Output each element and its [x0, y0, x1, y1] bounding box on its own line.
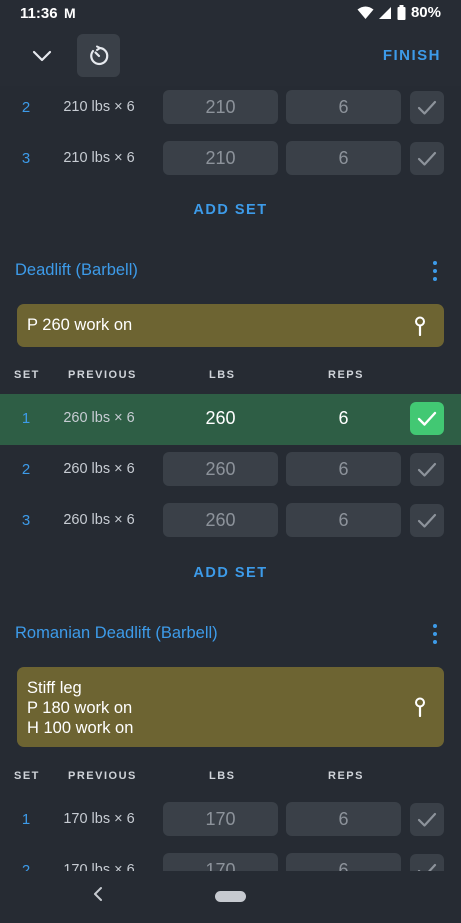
- set-row: 3 260 lbs × 6 260 6: [0, 496, 461, 547]
- exercise-note[interactable]: Stiff leg P 180 work on H 100 work on: [17, 667, 444, 747]
- set-row: 1 170 lbs × 6 170 6: [0, 795, 461, 846]
- add-set-button[interactable]: ADD SET: [0, 202, 461, 218]
- note-line: P 180 work on: [27, 699, 133, 717]
- column-headers: SET PREVIOUS LBS REPS: [0, 770, 461, 786]
- status-time: 11:36: [20, 5, 58, 22]
- reps-input[interactable]: 6: [286, 90, 401, 124]
- complete-set-button[interactable]: [410, 402, 444, 435]
- complete-set-button[interactable]: [410, 142, 444, 175]
- exercise-title[interactable]: Romanian Deadlift (Barbell): [15, 624, 218, 643]
- note-line: P 260 work on: [27, 316, 133, 334]
- check-icon: [417, 100, 437, 115]
- set-row: 2 170 lbs × 6 170 6: [0, 846, 461, 871]
- set-row-completed: 1 260 lbs × 6 260 6: [0, 394, 461, 445]
- battery-percent: 80%: [410, 4, 441, 21]
- set-number[interactable]: 1: [15, 410, 37, 427]
- lbs-input[interactable]: 210: [163, 141, 278, 175]
- lbs-input[interactable]: 260: [163, 452, 278, 486]
- previous-value[interactable]: 170 lbs × 6: [48, 862, 150, 871]
- previous-value[interactable]: 260 lbs × 6: [48, 461, 150, 477]
- wifi-icon: [357, 6, 374, 19]
- cell-signal-icon: [378, 6, 391, 19]
- exercise-note[interactable]: P 260 work on: [17, 304, 444, 347]
- set-number[interactable]: 3: [15, 150, 37, 167]
- complete-set-button[interactable]: [410, 453, 444, 486]
- check-icon: [417, 513, 437, 528]
- add-set-button[interactable]: ADD SET: [0, 565, 461, 581]
- status-icons: 80%: [357, 4, 441, 21]
- chevron-left-icon: [94, 887, 102, 901]
- finish-button[interactable]: FINISH: [383, 47, 441, 64]
- status-bar: 11:36 M 80%: [0, 0, 461, 26]
- previous-value[interactable]: 210 lbs × 6: [48, 99, 150, 115]
- reps-header: REPS: [328, 369, 364, 381]
- reps-header: REPS: [328, 770, 364, 782]
- set-header: SET: [14, 770, 40, 782]
- gmail-notification-icon: M: [64, 5, 76, 21]
- collapse-button[interactable]: [22, 40, 62, 72]
- complete-set-button[interactable]: [410, 803, 444, 836]
- lbs-input[interactable]: 260: [163, 503, 278, 537]
- set-number[interactable]: 2: [15, 99, 37, 116]
- complete-set-button[interactable]: [410, 504, 444, 537]
- set-number[interactable]: 3: [15, 512, 37, 529]
- set-row: 3 210 lbs × 6 210 6: [0, 134, 461, 185]
- home-pill[interactable]: [215, 891, 246, 902]
- reps-input[interactable]: 6: [286, 401, 401, 435]
- rest-timer-button[interactable]: [77, 34, 120, 77]
- set-number[interactable]: 1: [15, 811, 37, 828]
- lbs-input[interactable]: 170: [163, 802, 278, 836]
- set-number[interactable]: 2: [15, 461, 37, 478]
- more-options-icon[interactable]: [428, 261, 442, 281]
- column-headers: SET PREVIOUS LBS REPS: [0, 369, 461, 385]
- reps-input[interactable]: 6: [286, 853, 401, 871]
- battery-icon: [397, 5, 406, 20]
- app-bar: FINISH: [0, 26, 461, 86]
- more-options-icon[interactable]: [428, 624, 442, 644]
- set-header: SET: [14, 369, 40, 381]
- previous-header: PREVIOUS: [68, 770, 137, 782]
- reps-input[interactable]: 6: [286, 802, 401, 836]
- timer-icon: [89, 45, 108, 65]
- reps-input[interactable]: 6: [286, 141, 401, 175]
- pin-icon[interactable]: [414, 316, 426, 336]
- previous-value[interactable]: 170 lbs × 6: [48, 811, 150, 827]
- check-icon: [417, 812, 437, 827]
- check-icon: [417, 462, 437, 477]
- complete-set-button[interactable]: [410, 91, 444, 124]
- set-row: 2 260 lbs × 6 260 6: [0, 445, 461, 496]
- check-icon: [417, 863, 437, 871]
- previous-value[interactable]: 260 lbs × 6: [48, 410, 150, 426]
- check-icon: [417, 411, 437, 426]
- exercise-title[interactable]: Deadlift (Barbell): [15, 261, 138, 280]
- lbs-input[interactable]: 260: [163, 401, 278, 435]
- previous-value[interactable]: 210 lbs × 6: [48, 150, 150, 166]
- lbs-header: LBS: [209, 369, 236, 381]
- set-row: 2 210 lbs × 6 210 6: [0, 86, 461, 134]
- reps-input[interactable]: 6: [286, 503, 401, 537]
- note-line: Stiff leg: [27, 679, 82, 697]
- chevron-down-icon: [32, 50, 52, 62]
- system-nav-bar: [0, 871, 461, 923]
- lbs-header: LBS: [209, 770, 236, 782]
- set-number[interactable]: 2: [15, 862, 37, 871]
- check-icon: [417, 151, 437, 166]
- note-line: H 100 work on: [27, 719, 134, 737]
- pin-icon[interactable]: [414, 697, 426, 717]
- previous-value[interactable]: 260 lbs × 6: [48, 512, 150, 528]
- lbs-input[interactable]: 170: [163, 853, 278, 871]
- reps-input[interactable]: 6: [286, 452, 401, 486]
- back-nav-icon[interactable]: [93, 885, 103, 908]
- workout-content: 2 210 lbs × 6 210 6 3 210 lbs × 6 210 6 …: [0, 86, 461, 871]
- complete-set-button[interactable]: [410, 854, 444, 871]
- lbs-input[interactable]: 210: [163, 90, 278, 124]
- previous-header: PREVIOUS: [68, 369, 137, 381]
